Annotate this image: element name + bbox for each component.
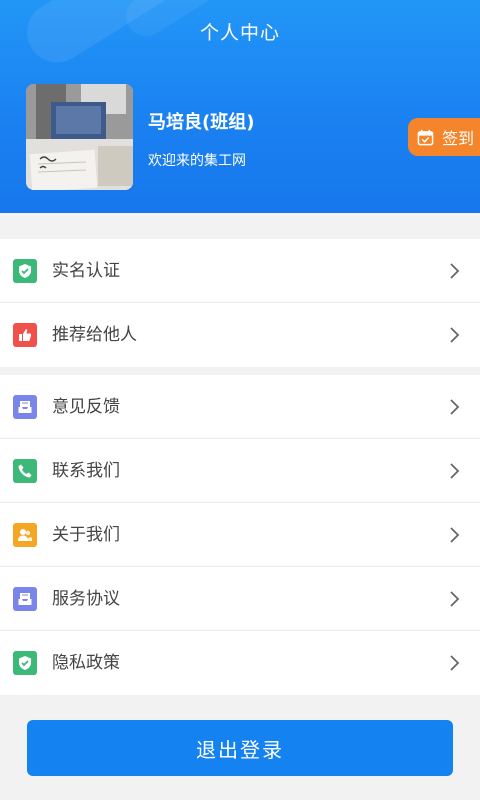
- chevron-right-icon: [450, 591, 460, 607]
- page-title: 个人中心: [199, 22, 280, 44]
- chevron-right-icon: [450, 263, 460, 279]
- menu-group-account: 实名认证 推荐给他人: [0, 239, 480, 367]
- menu-item-label: 隐私政策: [52, 653, 120, 673]
- chevron-right-icon: [450, 399, 460, 415]
- menu-item-label: 推荐给他人: [52, 325, 137, 345]
- user-name: 马培良(班组): [148, 112, 255, 133]
- chevron-right-icon: [450, 527, 460, 543]
- menu-item-real-name-verification[interactable]: 实名认证: [0, 239, 480, 303]
- menu-item-label: 关于我们: [52, 525, 120, 545]
- menu-item-contact-us[interactable]: 联系我们: [0, 439, 480, 503]
- thumbs-up-icon: [13, 323, 37, 347]
- menu-item-privacy-policy[interactable]: 隐私政策: [0, 631, 480, 695]
- chevron-right-icon: [450, 655, 460, 671]
- menu-item-label: 服务协议: [52, 589, 120, 609]
- checkin-button[interactable]: 签到: [408, 118, 480, 156]
- feedback-tray-icon: [13, 395, 37, 419]
- privacy-shield-icon: [13, 651, 37, 675]
- menu-item-feedback[interactable]: 意见反馈: [0, 375, 480, 439]
- menu-item-recommend[interactable]: 推荐给他人: [0, 303, 480, 367]
- shield-check-icon: [13, 259, 37, 283]
- welcome-text: 欢迎来的集工网: [148, 153, 246, 169]
- menu-item-about-us[interactable]: 关于我们: [0, 503, 480, 567]
- checkin-label: 签到: [442, 129, 475, 148]
- chevron-right-icon: [450, 327, 460, 343]
- menu-item-label: 实名认证: [52, 261, 120, 281]
- phone-icon: [13, 459, 37, 483]
- menu-group-info: 意见反馈 联系我们 关于我们 服务协议 隐私政策: [0, 375, 480, 695]
- people-icon: [13, 523, 37, 547]
- chevron-right-icon: [450, 463, 460, 479]
- menu-item-label: 联系我们: [52, 461, 120, 481]
- logout-button[interactable]: 退出登录: [27, 720, 453, 776]
- calendar-check-icon: [417, 129, 434, 145]
- agreement-tray-icon: [13, 587, 37, 611]
- profile-header: 个人中心 马培良(班组) 欢迎来的集工网 签到: [0, 0, 480, 213]
- menu-item-label: 意见反馈: [52, 397, 120, 417]
- menu-item-service-agreement[interactable]: 服务协议: [0, 567, 480, 631]
- avatar[interactable]: [26, 84, 133, 190]
